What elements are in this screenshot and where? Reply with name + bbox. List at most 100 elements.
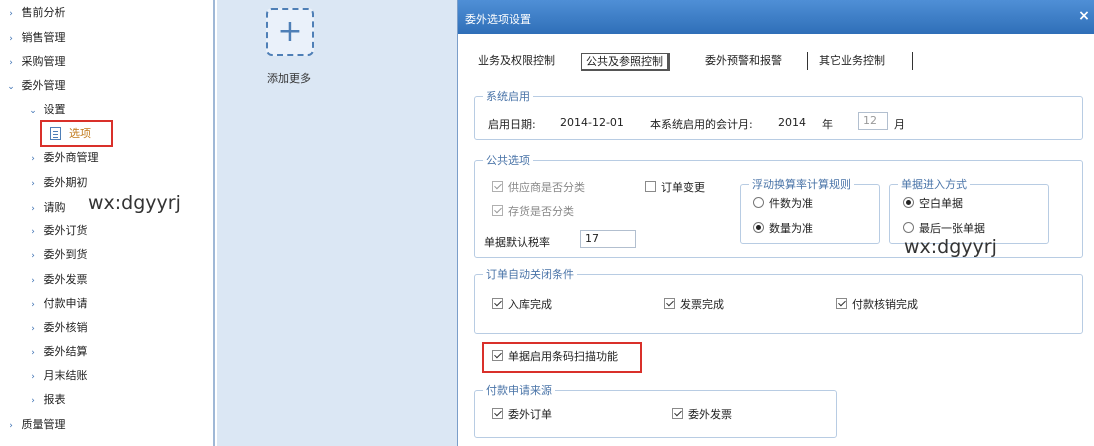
- tab-separator: [912, 52, 913, 70]
- tree-item-presales-analysis[interactable]: › 售前分析: [4, 3, 66, 23]
- start-date-label: 启用日期:: [488, 118, 536, 131]
- watermark-text: wx:dgyyrj: [904, 236, 997, 258]
- tree-item-label: 委外核销: [43, 321, 88, 334]
- tree-item-arrival[interactable]: › 委外到货: [26, 245, 87, 265]
- order-change-checkbox[interactable]: 订单变更: [645, 181, 705, 195]
- tax-rate-label: 单据默认税率: [484, 236, 550, 249]
- checkbox-box: [492, 298, 503, 309]
- checkbox-box: [664, 298, 675, 309]
- dialog-title: 委外选项设置: [465, 13, 531, 26]
- inventory-classified-checkbox[interactable]: 存货是否分类: [492, 205, 574, 219]
- month-unit: 月: [894, 118, 905, 131]
- tab-separator: [807, 52, 808, 70]
- chevron-right-icon: ›: [31, 276, 35, 286]
- tree-item-requisition[interactable]: › 请购: [26, 198, 65, 218]
- chevron-down-icon: ⌄: [7, 82, 15, 92]
- accounting-month-label: 本系统启用的会计月:: [650, 118, 753, 131]
- radio-label: 最后一张单据: [919, 222, 985, 235]
- checkbox-box: [836, 298, 847, 309]
- tree-item-month-end-closing[interactable]: › 月末结账: [26, 366, 88, 386]
- radio-dot: [903, 222, 914, 233]
- tree-item-label: 月末结账: [43, 369, 88, 382]
- chevron-right-icon: ›: [31, 324, 35, 334]
- tree-item-sales-management[interactable]: › 销售管理: [4, 28, 66, 48]
- checkbox-label: 委外发票: [688, 408, 732, 421]
- outsourcing-order-checkbox[interactable]: 委外订单: [492, 408, 552, 422]
- chevron-right-icon: ›: [9, 34, 13, 44]
- plus-icon: +: [277, 14, 303, 49]
- radio-dot: [903, 197, 914, 208]
- tree-item-invoice[interactable]: › 委外发票: [26, 270, 88, 290]
- entry-mode-legend: 单据进入方式: [901, 178, 967, 191]
- tree-item-supplier-management[interactable]: › 委外商管理: [26, 148, 99, 168]
- add-more-button[interactable]: +: [266, 8, 314, 56]
- radio-dot: [753, 222, 764, 233]
- tree-item-outsourcing-management[interactable]: ⌄ 委外管理: [4, 76, 65, 96]
- tree-item-quality-management[interactable]: › 质量管理: [4, 415, 66, 435]
- checkbox-label: 付款核销完成: [852, 298, 918, 311]
- tab-warning-alarm[interactable]: 委外预警和报警: [701, 53, 786, 71]
- checkbox-box: [672, 408, 683, 419]
- checkbox-label: 存货是否分类: [508, 205, 574, 218]
- system-start-group: 系统启用: [474, 88, 1083, 140]
- selection-highlight: [40, 120, 113, 147]
- tree-item-label: 采购管理: [21, 55, 66, 68]
- chevron-right-icon: ›: [31, 396, 35, 406]
- supplier-classified-checkbox[interactable]: 供应商是否分类: [492, 181, 585, 195]
- outsourcing-invoice-checkbox[interactable]: 委外发票: [672, 408, 732, 422]
- tree-item-write-off[interactable]: › 委外核销: [26, 318, 88, 338]
- tab-business-permission[interactable]: 业务及权限控制: [474, 53, 559, 71]
- watermark-text: wx:dgyyrj: [88, 192, 181, 214]
- payment-writeoff-complete-checkbox[interactable]: 付款核销完成: [836, 298, 918, 312]
- start-month-field[interactable]: 12: [858, 112, 888, 130]
- tree-item-label: 付款申请: [43, 297, 88, 310]
- tab-other-business[interactable]: 其它业务控制: [815, 53, 889, 71]
- checkbox-box: [645, 181, 656, 192]
- tree-item-ordering[interactable]: › 委外订货: [26, 221, 87, 241]
- tree-item-label: 委外发票: [43, 273, 88, 286]
- float-rate-legend: 浮动换算率计算规则: [752, 178, 851, 191]
- start-date-value: 2014-12-01: [560, 116, 624, 129]
- checkbox-label: 订单变更: [661, 181, 705, 194]
- checkbox-label: 供应商是否分类: [508, 181, 585, 194]
- tree-item-label: 售前分析: [21, 6, 66, 19]
- options-dialog: 委外选项设置 × 业务及权限控制 公共及参照控制 委外预警和报警 其它业务控制 …: [457, 0, 1094, 446]
- radio-label: 件数为准: [769, 197, 813, 210]
- close-icon[interactable]: ×: [1077, 8, 1091, 24]
- tab-common-reference[interactable]: 公共及参照控制: [581, 53, 670, 71]
- checkbox-label: 委外订单: [508, 408, 552, 421]
- inbound-complete-checkbox[interactable]: 入库完成: [492, 298, 552, 312]
- tree-item-reports[interactable]: › 报表: [26, 390, 65, 410]
- radio-blank-document[interactable]: 空白单据: [903, 197, 963, 211]
- chevron-right-icon: ›: [31, 372, 35, 382]
- checkbox-label: 发票完成: [680, 298, 724, 311]
- chevron-right-icon: ›: [31, 300, 35, 310]
- add-more-label: 添加更多: [267, 72, 311, 85]
- tree-item-label: 委外结算: [43, 345, 88, 358]
- checkbox-box: [492, 181, 503, 192]
- tree-item-purchase-management[interactable]: › 采购管理: [4, 52, 66, 72]
- chevron-right-icon: ›: [31, 348, 35, 358]
- checkbox-label: 入库完成: [508, 298, 552, 311]
- radio-last-document[interactable]: 最后一张单据: [903, 222, 985, 236]
- tree-item-settings[interactable]: ⌄ 设置: [26, 100, 65, 120]
- chevron-right-icon: ›: [31, 154, 35, 164]
- tree-item-label: 委外商管理: [43, 151, 99, 164]
- system-start-legend: 系统启用: [486, 90, 530, 103]
- tree-item-settlement[interactable]: › 委外结算: [26, 342, 88, 362]
- radio-piece-count[interactable]: 件数为准: [753, 197, 813, 211]
- chevron-right-icon: ›: [31, 204, 35, 214]
- invoice-complete-checkbox[interactable]: 发票完成: [664, 298, 724, 312]
- checkbox-box: [492, 205, 503, 216]
- tree-item-payment-request[interactable]: › 付款申请: [26, 294, 88, 314]
- auto-close-legend: 订单自动关闭条件: [486, 268, 574, 281]
- tax-rate-field[interactable]: 17: [580, 230, 636, 248]
- chevron-right-icon: ›: [31, 251, 35, 261]
- tree-item-opening-balance[interactable]: › 委外期初: [26, 173, 87, 193]
- chevron-right-icon: ›: [9, 58, 13, 68]
- tree-item-label: 质量管理: [21, 418, 66, 431]
- radio-label: 数量为准: [769, 222, 813, 235]
- radio-quantity[interactable]: 数量为准: [753, 222, 813, 236]
- tree-item-label: 销售管理: [21, 31, 66, 44]
- navigation-tree: › 售前分析 › 销售管理 › 采购管理 ⌄ 委外管理 ⌄ 设置 选项 › 委外…: [0, 0, 215, 446]
